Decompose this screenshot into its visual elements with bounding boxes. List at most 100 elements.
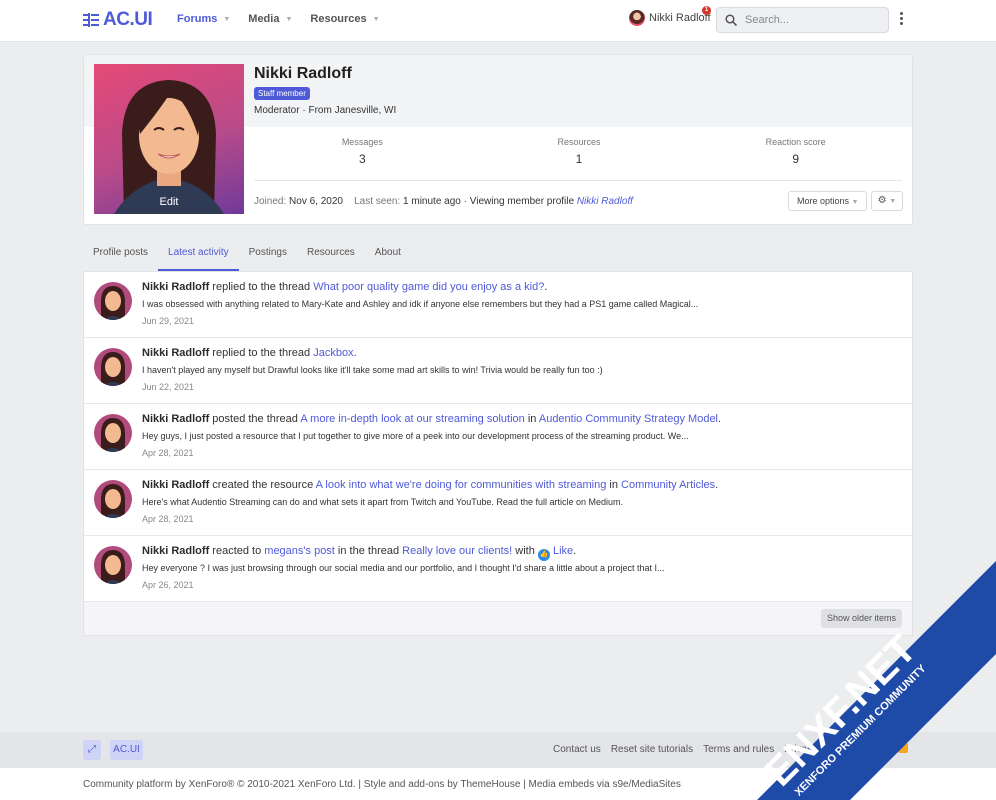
activity-mid: in xyxy=(524,413,539,425)
nav-media[interactable]: Media ▼ xyxy=(248,13,292,25)
nav-forums[interactable]: Forums ▼ xyxy=(177,13,230,25)
list-item: Nikki Radloff replied to the thread Jack… xyxy=(84,338,912,404)
activity-user-link[interactable]: Nikki Radloff xyxy=(142,281,209,293)
profile-header-card: Edit Nikki Radloff Staff member Moderato… xyxy=(83,54,913,225)
list-item: Nikki Radloff created the resource A loo… xyxy=(84,470,912,536)
activity-primary-link[interactable]: Jackbox xyxy=(313,347,353,359)
joined-label: Joined: xyxy=(254,196,287,207)
tab-latest-activity[interactable]: Latest activity xyxy=(158,238,239,271)
nav-resources[interactable]: Resources ▼ xyxy=(310,13,379,25)
activity-summary: Nikki Radloff created the resource A loo… xyxy=(142,479,718,491)
more-options-label: More options xyxy=(797,196,850,206)
stat-resources[interactable]: Resources 1 xyxy=(471,137,688,166)
stat-label: Messages xyxy=(341,137,383,147)
arrow-up-icon[interactable]: ↑ xyxy=(880,743,885,754)
activity-tail: . xyxy=(353,347,357,359)
style-chooser-button[interactable]: AC.UI xyxy=(110,740,143,760)
like-reaction-icon: 👍 xyxy=(537,549,550,561)
avatar[interactable] xyxy=(94,414,132,452)
activity-date[interactable]: Apr 28, 2021 xyxy=(142,514,194,524)
activity-snippet: I was obsessed with anything related to … xyxy=(142,299,699,309)
more-vertical-icon[interactable] xyxy=(898,12,904,25)
activity-primary-link[interactable]: What poor quality game did you enjoy as … xyxy=(313,281,544,293)
chevron-down-icon: ▼ xyxy=(889,198,897,205)
logo-text: AC.UI xyxy=(103,9,153,30)
activity-date[interactable]: Jun 22, 2021 xyxy=(142,382,194,392)
tab-profile-posts[interactable]: Profile posts xyxy=(83,238,158,271)
activity-user-link[interactable]: Nikki Radloff xyxy=(142,479,209,491)
tab-postings[interactable]: Postings xyxy=(239,238,297,271)
search-box[interactable] xyxy=(716,7,889,33)
avatar-illustration xyxy=(114,80,224,214)
chevron-down-icon[interactable]: ▼ xyxy=(285,16,292,23)
activity-secondary-link[interactable]: Audentio Community Strategy Model xyxy=(539,413,718,425)
activity-date[interactable]: Apr 28, 2021 xyxy=(142,448,194,458)
activity-verb: created the resource xyxy=(209,479,316,491)
stat-reaction-score[interactable]: Reaction score 9 xyxy=(687,137,904,166)
activity-user-link[interactable]: Nikki Radloff xyxy=(142,413,209,425)
chevron-down-icon[interactable]: ▼ xyxy=(223,16,230,23)
reaction-link[interactable]: Like xyxy=(553,545,573,557)
feed-footer: Show older items xyxy=(84,602,912,635)
stat-value: 3 xyxy=(358,152,366,166)
activity-summary: Nikki Radloff reacted to megans's post i… xyxy=(142,545,576,561)
activity-secondary-link[interactable]: Community Articles xyxy=(621,479,715,491)
activity-summary: Nikki Radloff posted the thread A more i… xyxy=(142,413,721,425)
activity-verb: posted the thread xyxy=(209,413,301,425)
footer-link-reset-tutorials[interactable]: Reset site tutorials xyxy=(611,744,693,755)
last-seen-label: Last seen: xyxy=(354,196,401,207)
activity-tail: . xyxy=(544,281,548,293)
footer-link-terms[interactable]: Terms and rules xyxy=(703,744,774,755)
copyright-text: Community platform by XenForo® © 2010-20… xyxy=(83,779,681,790)
last-seen-profile-link[interactable]: Nikki Radloff xyxy=(577,196,633,207)
avatar[interactable] xyxy=(94,348,132,386)
joined-date: Nov 6, 2020 xyxy=(289,196,343,207)
activity-user-link[interactable]: Nikki Radloff xyxy=(142,545,209,557)
activity-primary-link[interactable]: A look into what we're doing for communi… xyxy=(316,479,607,491)
activity-primary-link[interactable]: megans's post xyxy=(264,545,335,557)
profile-tabs: Profile posts Latest activity Postings R… xyxy=(83,238,411,271)
divider xyxy=(254,180,902,181)
activity-feed: Nikki Radloff replied to the thread What… xyxy=(83,271,913,636)
activity-user-link[interactable]: Nikki Radloff xyxy=(142,347,209,359)
logo-icon xyxy=(83,13,99,27)
activity-mid: in xyxy=(606,479,622,491)
profile-avatar[interactable]: Edit xyxy=(94,64,244,214)
profile-meta: Joined: Nov 6, 2020 Last seen: 1 minute … xyxy=(254,196,633,207)
activity-tail: . xyxy=(718,413,722,425)
show-older-items-button[interactable]: Show older items xyxy=(820,609,902,628)
avatar[interactable] xyxy=(94,546,132,584)
activity-date[interactable]: Jun 29, 2021 xyxy=(142,316,194,326)
activity-snippet: Hey everyone ? I was just browsing throu… xyxy=(142,563,665,573)
user-menu[interactable]: Nikki Radloff xyxy=(629,10,711,26)
expand-width-icon[interactable]: ⤢ xyxy=(83,740,101,760)
avatar[interactable] xyxy=(94,480,132,518)
more-options-button[interactable]: More options ▼ xyxy=(788,191,868,211)
activity-date[interactable]: Apr 26, 2021 xyxy=(142,580,194,590)
activity-tail: . xyxy=(715,479,719,491)
stat-label: Reaction score xyxy=(765,137,826,147)
site-logo[interactable]: AC.UI xyxy=(83,9,153,31)
tab-about[interactable]: About xyxy=(365,238,411,271)
avatar xyxy=(629,10,645,26)
chevron-down-icon[interactable]: ▼ xyxy=(373,16,380,23)
activity-secondary-link[interactable]: Really love our clients! xyxy=(402,545,512,557)
avatar-edit-link[interactable]: Edit xyxy=(94,196,244,208)
avatar[interactable] xyxy=(94,282,132,320)
activity-primary-link[interactable]: A more in-depth look at our streaming so… xyxy=(300,413,524,425)
rss-icon[interactable] xyxy=(898,743,908,753)
nav-media-label: Media xyxy=(248,13,280,25)
moderator-tools-button[interactable]: ⚙ ▼ xyxy=(871,191,903,211)
stat-messages[interactable]: Messages 3 xyxy=(254,137,471,166)
nav-resources-label: Resources xyxy=(310,13,367,25)
tab-resources[interactable]: Resources xyxy=(297,238,365,271)
footer-copyright-bar: Community platform by XenForo® © 2010-20… xyxy=(0,768,996,800)
notification-badge[interactable]: 1 xyxy=(702,6,711,15)
list-item: Nikki Radloff replied to the thread What… xyxy=(84,272,912,338)
footer-link-privacy[interactable]: Privacy xyxy=(784,744,817,755)
footer-link-contact[interactable]: Contact us xyxy=(553,744,601,755)
staff-badge: Staff member xyxy=(254,87,310,100)
search-input[interactable] xyxy=(745,14,875,26)
main-nav: Forums ▼ Media ▼ Resources ▼ xyxy=(177,13,380,25)
list-item: Nikki Radloff posted the thread A more i… xyxy=(84,404,912,470)
